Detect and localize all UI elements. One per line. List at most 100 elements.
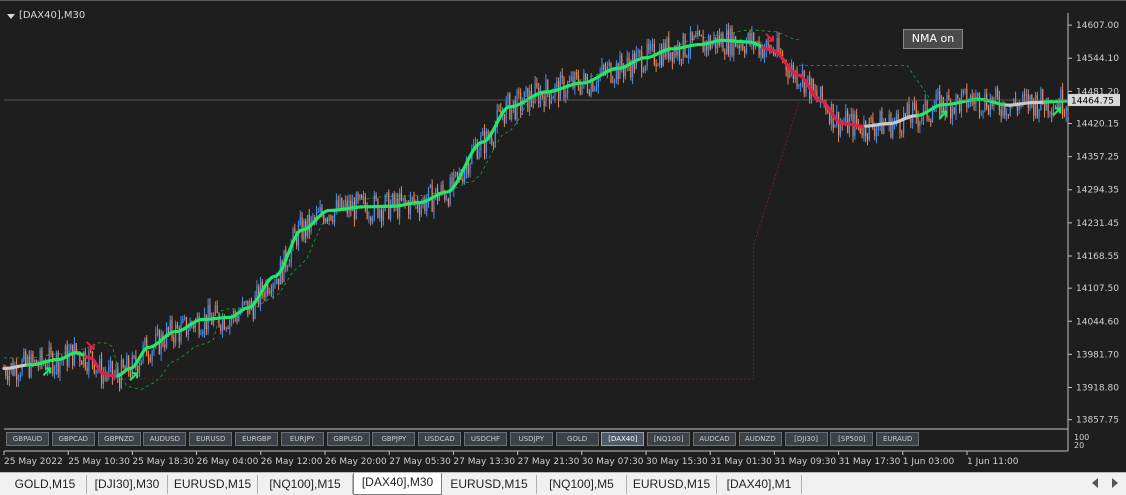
candle-body xyxy=(931,111,934,123)
symbol-button-sp500[interactable]: [SP500] xyxy=(830,432,874,446)
candle-body xyxy=(227,327,229,329)
candle-body xyxy=(442,185,444,192)
candle-body xyxy=(1065,107,1067,115)
symbol-button-euraud[interactable]: EURAUD xyxy=(876,432,920,446)
symbol-button-gold[interactable]: GOLD xyxy=(555,432,599,446)
candle-body xyxy=(892,123,894,138)
candle-body xyxy=(229,319,231,329)
candle-body xyxy=(491,137,493,144)
candle-body xyxy=(984,93,986,111)
x-tick-label: 30 May 07:30 xyxy=(582,457,644,467)
candle-body xyxy=(8,370,11,381)
candle-body xyxy=(59,361,61,374)
tab-scroll-right-icon[interactable] xyxy=(1112,478,1118,488)
symbol-button-usdjpy[interactable]: USDJPY xyxy=(509,432,553,446)
chart-tab[interactable]: GOLD,M15 xyxy=(4,475,87,494)
candle-body xyxy=(733,36,735,56)
candle-body xyxy=(346,200,348,213)
tab-scroll-left-icon[interactable] xyxy=(1092,478,1098,488)
symbol-button-gbpnzd[interactable]: GBPNZD xyxy=(97,432,141,446)
candle-body xyxy=(585,73,587,81)
symbol-button-gbpusd[interactable]: GBPUSD xyxy=(326,432,370,446)
candle-body xyxy=(225,327,227,330)
candle-body xyxy=(404,197,406,203)
candle-body xyxy=(409,197,412,215)
candle-body xyxy=(245,300,247,303)
candle-body xyxy=(23,351,25,361)
candle-body xyxy=(34,360,36,362)
chart-tab[interactable]: [NQ100],M5 xyxy=(537,475,627,494)
candle-body xyxy=(1036,95,1038,117)
chart-tab[interactable]: EURUSD,M15 xyxy=(627,475,717,494)
symbol-button-usdchf[interactable]: USDCHF xyxy=(464,432,507,446)
chart-tab[interactable]: [DJI30],M30 xyxy=(87,475,168,494)
symbol-button-eurusd[interactable]: EURUSD xyxy=(189,432,233,446)
candle-body xyxy=(288,262,291,267)
candle-body xyxy=(865,121,867,137)
candle-body xyxy=(151,351,153,361)
candle-body xyxy=(648,43,650,51)
nma-toggle-button[interactable]: NMA on xyxy=(903,29,963,49)
candle-body xyxy=(868,117,870,140)
candle-body xyxy=(323,214,325,223)
candle-body xyxy=(370,217,372,222)
candle-body xyxy=(400,193,403,201)
y-tick-label: 14357.25 xyxy=(1076,153,1119,163)
candle-body xyxy=(1040,89,1042,110)
symbol-button-audusd[interactable]: AUDUSD xyxy=(143,432,187,446)
candle-body xyxy=(287,266,289,268)
symbol-button-nq100[interactable]: [NQ100] xyxy=(647,432,691,446)
y-tick-label: 14607.00 xyxy=(1076,21,1119,31)
x-tick-label: 26 May 20:00 xyxy=(325,457,387,467)
candle-body xyxy=(270,291,272,293)
candle-body xyxy=(138,365,141,374)
chart-tab[interactable]: [NQ100],M15 xyxy=(258,475,353,494)
candle-body xyxy=(207,304,209,330)
candle-body xyxy=(1038,109,1040,117)
symbol-button-eurgbp[interactable]: EURGBP xyxy=(235,432,278,446)
chart-menu-icon[interactable] xyxy=(7,14,15,19)
candle-body xyxy=(1007,114,1009,116)
candle-body xyxy=(978,93,981,113)
candle-body xyxy=(299,216,301,225)
indicator-lines xyxy=(4,29,930,390)
candle-body xyxy=(37,365,39,367)
candle-body xyxy=(814,90,816,92)
candle-body xyxy=(550,98,552,104)
candle-body xyxy=(17,377,20,380)
symbol-button-usdcad[interactable]: USDCAD xyxy=(418,432,462,446)
candle-body xyxy=(601,65,603,74)
candle-body xyxy=(306,214,309,237)
chart-tab[interactable]: [DAX40],M1 xyxy=(717,475,802,494)
candle-body xyxy=(691,31,693,40)
candle-body xyxy=(856,114,858,125)
candle-body xyxy=(639,50,641,52)
symbol-button-dax40[interactable]: [DAX40] xyxy=(601,432,645,446)
price-chart[interactable]: 14607.0014544.1014481.2014420.1514357.25… xyxy=(0,1,1126,473)
candle-body xyxy=(456,172,459,177)
candle-body xyxy=(953,107,955,114)
ma-segment xyxy=(1004,100,1047,107)
candle-body xyxy=(137,366,139,374)
symbol-button-gbpjpy[interactable]: GBPJPY xyxy=(372,432,416,446)
x-tick-label: 30 May 15:30 xyxy=(646,457,708,467)
candle-body xyxy=(377,198,379,218)
chart-tab-bar: GOLD,M15 [DJI30],M30 EURUSD,M15 [NQ100],M15… xyxy=(0,472,1126,495)
chart-tab[interactable]: EURUSD,M15 xyxy=(442,475,537,494)
candle-body xyxy=(344,200,347,206)
chart-window[interactable]: 14607.00 14544.10 14481.20 14420.15 14357.25… xyxy=(0,0,1126,472)
symbol-button-audcad[interactable]: AUDCAD xyxy=(693,432,736,446)
symbol-button-dji30[interactable]: [DJI30] xyxy=(784,432,828,446)
candle-body xyxy=(445,199,448,201)
candle-body xyxy=(651,43,654,45)
chart-tab[interactable]: EURUSD,M15 xyxy=(168,475,258,494)
y-tick-label: 14420.15 xyxy=(1076,120,1119,130)
candle-body xyxy=(70,344,72,351)
symbol-button-gbpcad[interactable]: GBPCAD xyxy=(51,432,95,446)
candle-body xyxy=(447,199,449,206)
symbol-button-audnzd[interactable]: AUDNZD xyxy=(738,432,782,446)
symbol-button-eurjpy[interactable]: EURJPY xyxy=(280,432,324,446)
chart-tab[interactable]: [DAX40],M30 xyxy=(353,473,442,495)
symbol-button-gbpaud[interactable]: GBPAUD xyxy=(6,432,49,446)
candle-body xyxy=(88,350,90,372)
